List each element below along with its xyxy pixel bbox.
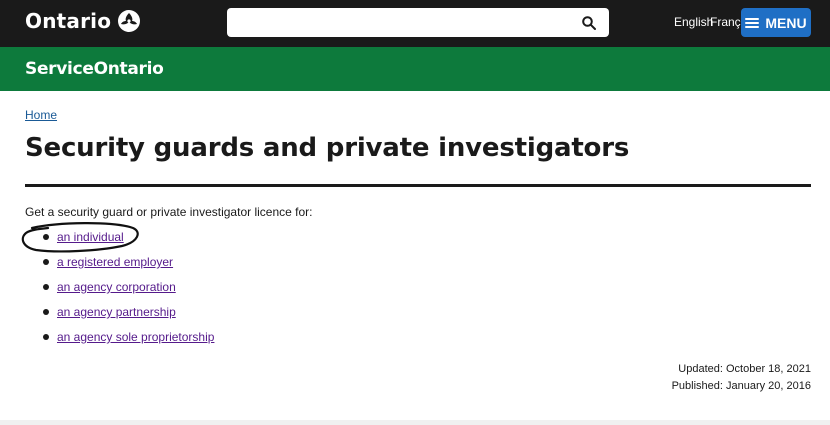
- serviceontario-bar: ServiceOntario: [0, 47, 830, 91]
- published-date: Published: January 20, 2016: [671, 380, 811, 392]
- page-bottom-divider: [0, 420, 830, 425]
- licence-type-list: an individual a registered employer an a…: [25, 228, 214, 353]
- list-item: an agency corporation: [25, 278, 214, 303]
- list-item: an agency partnership: [25, 303, 214, 328]
- list-item: a registered employer: [25, 253, 214, 278]
- link-agency-corporation[interactable]: an agency corporation: [57, 280, 176, 294]
- search-icon: [582, 16, 596, 30]
- top-navigation-bar: Ontario English Français MENU: [0, 0, 830, 47]
- intro-text: Get a security guard or private investig…: [25, 205, 313, 219]
- bullet-icon: [43, 259, 49, 265]
- search-button[interactable]: [577, 11, 601, 35]
- list-item: an agency sole proprietorship: [25, 328, 214, 353]
- bullet-icon: [43, 309, 49, 315]
- title-divider: [25, 184, 811, 187]
- menu-button[interactable]: MENU: [741, 8, 811, 37]
- ontario-logo[interactable]: Ontario: [25, 9, 141, 33]
- bullet-icon: [43, 234, 49, 240]
- link-agency-sole-proprietorship[interactable]: an agency sole proprietorship: [57, 330, 214, 344]
- menu-button-label: MENU: [765, 14, 807, 31]
- link-agency-partnership[interactable]: an agency partnership: [57, 305, 176, 319]
- link-registered-employer[interactable]: a registered employer: [57, 255, 173, 269]
- ontario-logo-text: Ontario: [25, 9, 112, 33]
- list-item: an individual: [25, 228, 214, 253]
- hamburger-icon: [745, 17, 760, 28]
- updated-date: Updated: October 18, 2021: [678, 363, 811, 375]
- page-title: Security guards and private investigator…: [25, 133, 630, 163]
- bullet-icon: [43, 334, 49, 340]
- search-input[interactable]: [235, 13, 569, 34]
- search-bar: [227, 8, 609, 37]
- language-english-link[interactable]: English: [674, 15, 713, 29]
- bullet-icon: [43, 284, 49, 290]
- breadcrumb-home-link[interactable]: Home: [25, 108, 57, 122]
- link-an-individual[interactable]: an individual: [57, 230, 124, 244]
- trillium-icon: [118, 10, 141, 32]
- serviceontario-logo[interactable]: ServiceOntario: [25, 59, 164, 79]
